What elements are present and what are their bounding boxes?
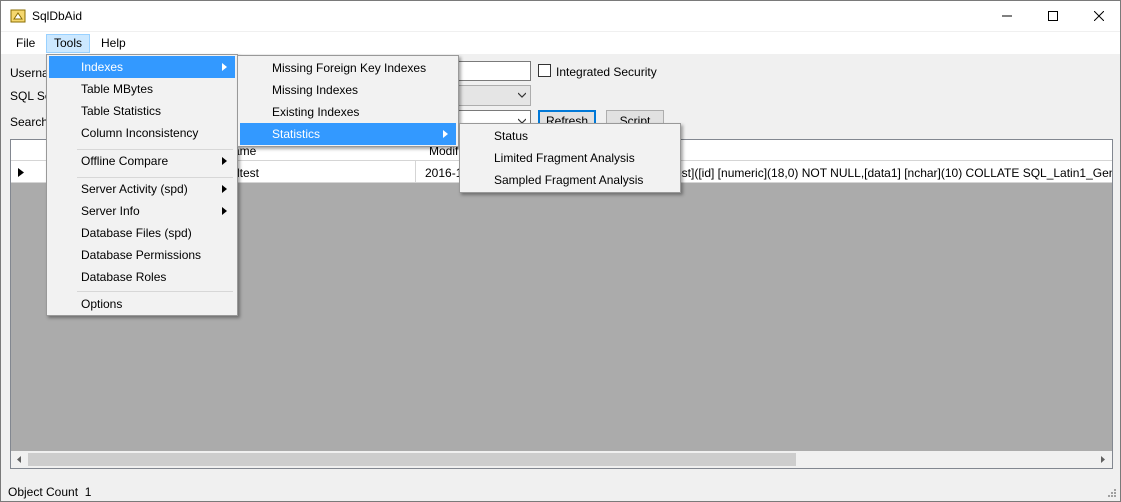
object-count-label: Object Count 1	[8, 485, 92, 499]
menu-item-table-statistics[interactable]: Table Statistics	[49, 100, 235, 122]
submenu-arrow-icon	[222, 207, 227, 215]
chevron-down-icon	[518, 92, 526, 98]
menu-file[interactable]: File	[9, 34, 42, 53]
maximize-button[interactable]	[1030, 1, 1076, 31]
menu-item-column-inconsistency[interactable]: Column Inconsistency	[49, 122, 235, 144]
menu-help[interactable]: Help	[94, 34, 133, 53]
menu-item-server-activity[interactable]: Server Activity (spd)	[49, 178, 235, 200]
title-bar[interactable]: SqlDbAid	[1, 1, 1120, 31]
submenu-arrow-icon	[222, 63, 227, 71]
tools-menu: Indexes Table MBytes Table Statistics Co…	[46, 54, 238, 316]
menu-separator	[77, 291, 233, 292]
app-window: SqlDbAid File Tools Help Userna Integrat…	[0, 0, 1121, 502]
menu-item-missing-indexes[interactable]: Missing Indexes	[240, 79, 456, 101]
scrollbar-thumb[interactable]	[28, 453, 796, 466]
indexes-submenu: Missing Foreign Key Indexes Missing Inde…	[237, 55, 459, 147]
resize-grip-icon[interactable]	[1107, 488, 1117, 498]
cell-definition[interactable]: est]([id] [numeric](18,0) NOT NULL,[data…	[675, 166, 1112, 180]
username-label: Userna	[10, 66, 49, 80]
menu-item-table-mbytes[interactable]: Table MBytes	[49, 78, 235, 100]
submenu-arrow-icon	[443, 130, 448, 138]
menu-item-options[interactable]: Options	[49, 293, 235, 315]
username-input[interactable]	[456, 61, 531, 81]
menu-item-indexes[interactable]: Indexes	[49, 56, 235, 78]
menu-item-missing-fk-indexes[interactable]: Missing Foreign Key Indexes	[240, 57, 456, 79]
menu-item-database-files[interactable]: Database Files (spd)	[49, 222, 235, 244]
column-divider	[415, 161, 416, 183]
menu-item-existing-indexes[interactable]: Existing Indexes	[240, 101, 456, 123]
submenu-arrow-icon	[222, 157, 227, 165]
close-button[interactable]	[1076, 1, 1120, 31]
current-row-icon	[18, 168, 24, 177]
integrated-security-label: Integrated Security	[556, 65, 657, 79]
menu-tools[interactable]: Tools	[46, 34, 91, 53]
statistics-submenu: Status Limited Fragment Analysis Sampled…	[459, 123, 681, 193]
menu-item-database-roles[interactable]: Database Roles	[49, 266, 235, 288]
scroll-left-icon[interactable]	[14, 454, 25, 465]
sql-server-combo[interactable]	[456, 85, 531, 106]
search-label: Search	[10, 115, 49, 129]
row-header[interactable]	[11, 161, 47, 183]
menu-item-offline-compare[interactable]: Offline Compare	[49, 150, 235, 172]
menu-item-sampled-fragment-analysis[interactable]: Sampled Fragment Analysis	[462, 169, 678, 191]
app-icon	[10, 8, 26, 24]
menu-item-status[interactable]: Status	[462, 125, 678, 147]
cell-name[interactable]: dtest	[233, 166, 413, 180]
window-title: SqlDbAid	[32, 9, 83, 23]
scroll-right-icon[interactable]	[1097, 454, 1108, 465]
submenu-arrow-icon	[222, 185, 227, 193]
minimize-button[interactable]	[984, 1, 1030, 31]
horizontal-scrollbar[interactable]	[11, 451, 1112, 468]
menu-item-server-info[interactable]: Server Info	[49, 200, 235, 222]
menu-item-limited-fragment-analysis[interactable]: Limited Fragment Analysis	[462, 147, 678, 169]
menu-bar: File Tools Help	[1, 32, 1120, 54]
menu-item-statistics[interactable]: Statistics	[240, 123, 456, 145]
status-bar: Object Count 1	[1, 480, 1120, 501]
menu-item-database-permissions[interactable]: Database Permissions	[49, 244, 235, 266]
integrated-security-checkbox[interactable]	[538, 64, 551, 77]
